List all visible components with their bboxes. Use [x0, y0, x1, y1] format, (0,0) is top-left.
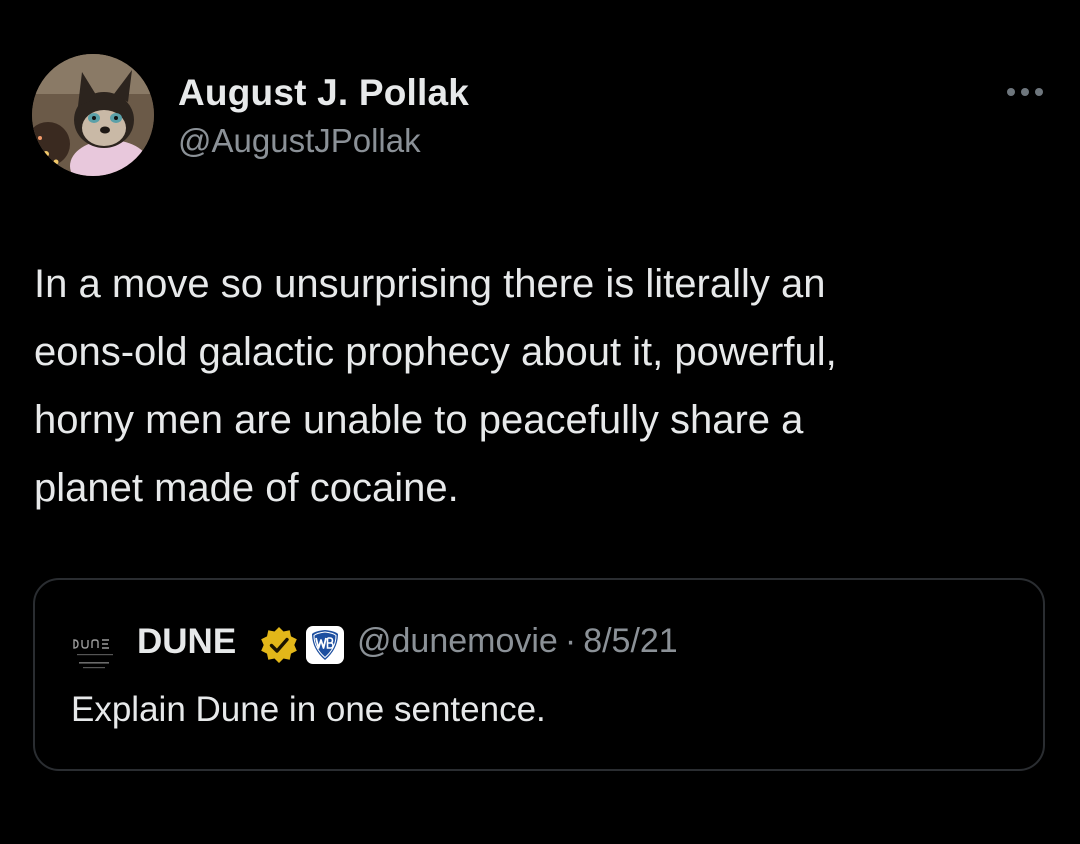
- meta-separator: ·: [564, 622, 577, 660]
- tweet-container: August J. Pollak @AugustJPollak In a mov…: [0, 0, 1080, 844]
- quoted-author-handle[interactable]: @dunemovie: [357, 622, 558, 660]
- gold-verified-badge-icon: [261, 627, 297, 663]
- tweet-text-line: planet made of cocaine.: [34, 466, 459, 510]
- quoted-tweet-date[interactable]: 8/5/21: [583, 622, 678, 660]
- quoted-author-name[interactable]: DUNE: [137, 622, 236, 662]
- dune-logo-icon: [71, 628, 123, 680]
- author-name[interactable]: August J. Pollak: [178, 72, 469, 114]
- warner-bros-badge-icon: [306, 626, 344, 664]
- tweet-text: In a move so unsurprising there is liter…: [34, 250, 1044, 522]
- quoted-tweet-meta: @dunemovie · 8/5/21: [357, 622, 678, 661]
- author-handle[interactable]: @AugustJPollak: [178, 122, 421, 160]
- tweet-text-line: horny men are unable to peacefully share…: [34, 398, 804, 442]
- ellipsis-icon[interactable]: [1004, 82, 1046, 102]
- quoted-tweet-card[interactable]: DUNE @dunemovie · 8/5/21 Explain Dune in o…: [33, 578, 1045, 771]
- cat-avatar-icon: [32, 54, 154, 176]
- tweet-text-line: eons-old galactic prophecy about it, pow…: [34, 330, 837, 374]
- quoted-tweet-text: Explain Dune in one sentence.: [71, 690, 546, 729]
- tweet-text-line: In a move so unsurprising there is liter…: [34, 262, 826, 306]
- author-avatar[interactable]: [32, 54, 154, 176]
